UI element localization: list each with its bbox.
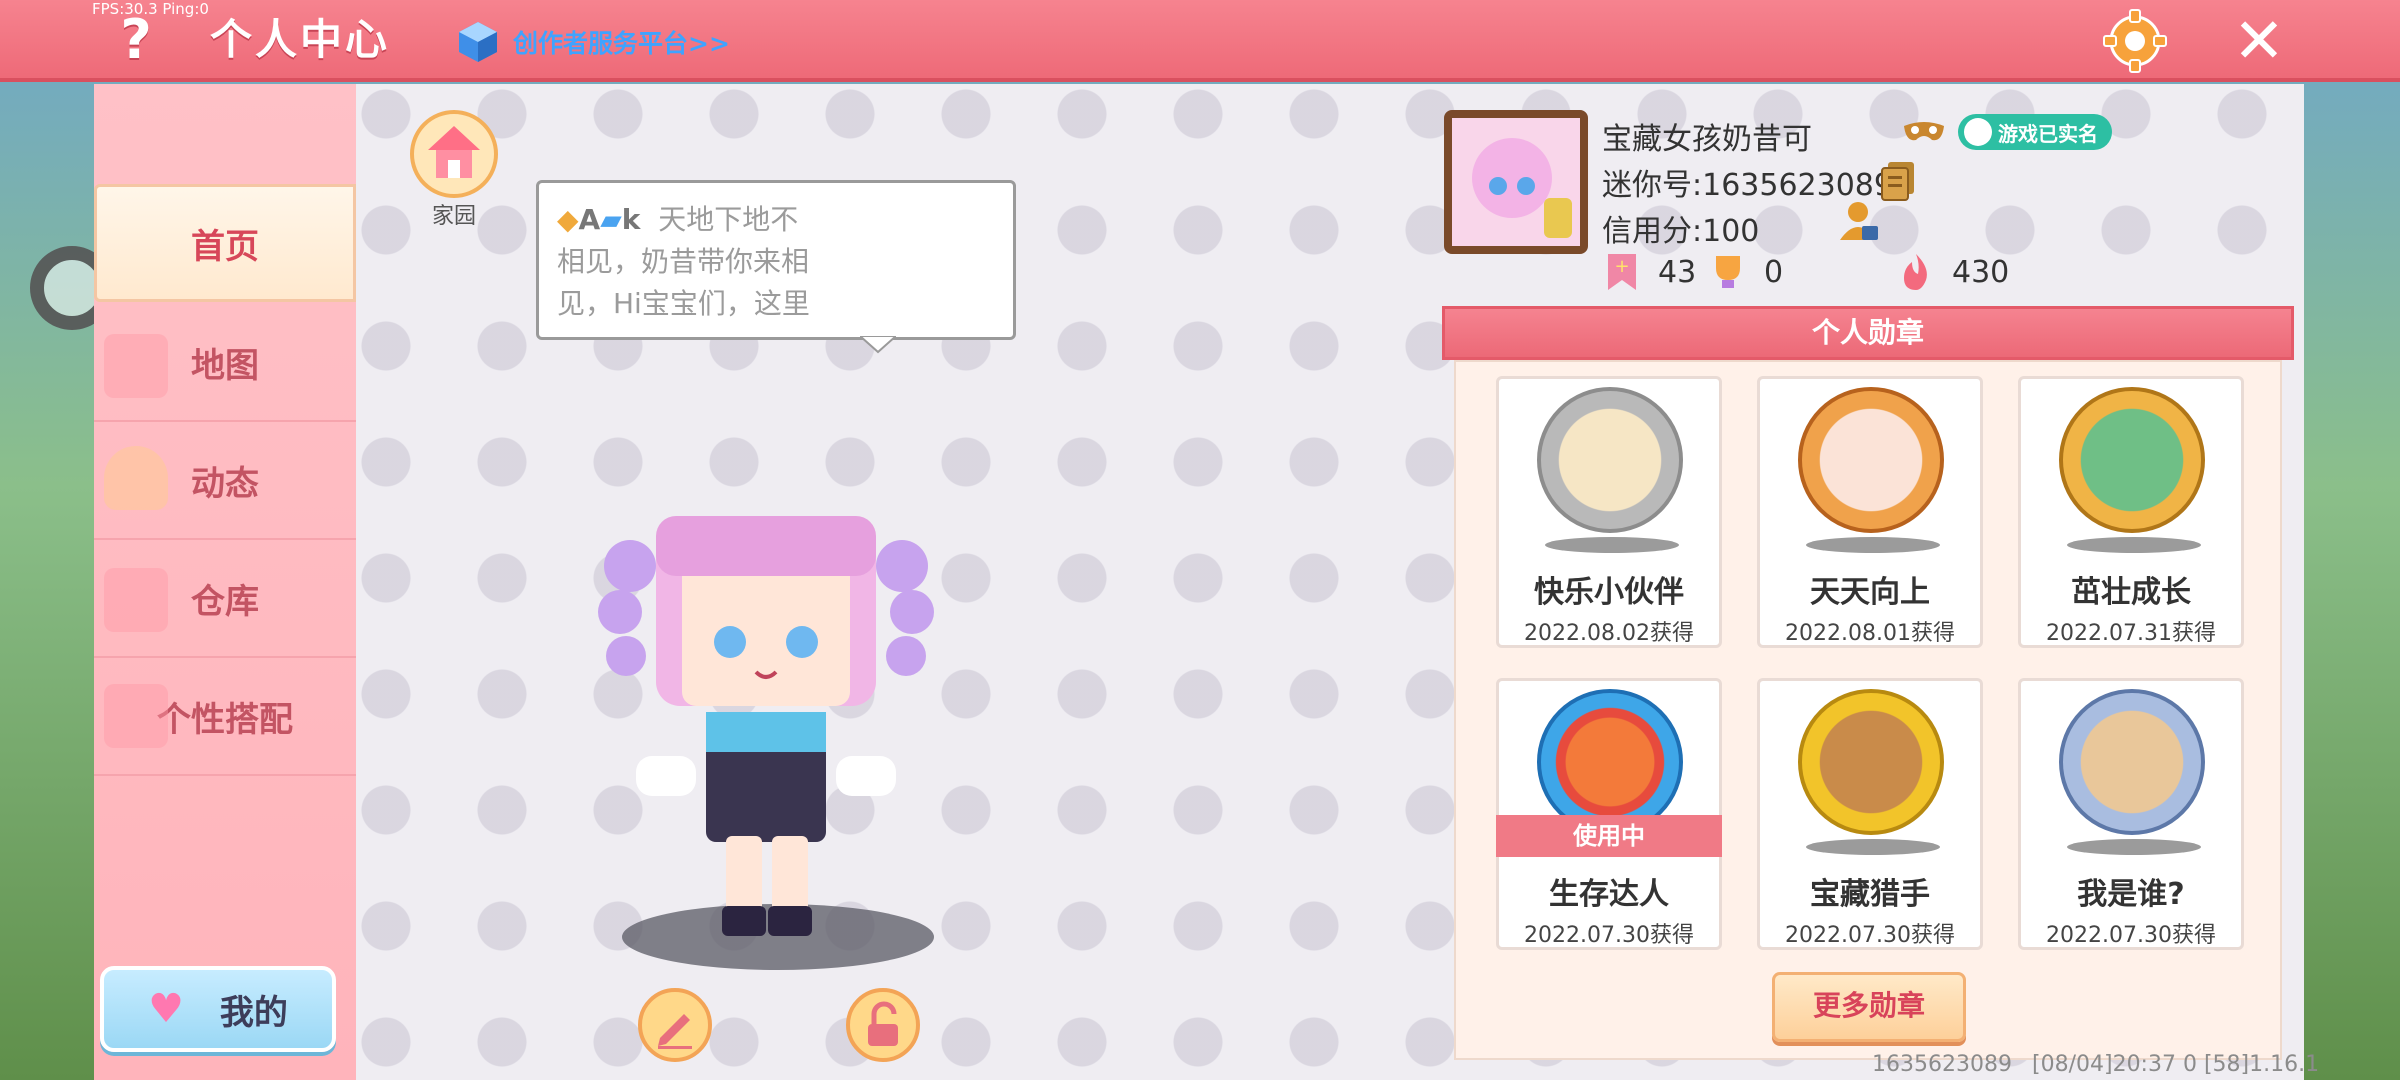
sidebar-item-home[interactable]: 首页 [94, 184, 356, 302]
realname-badge: 游戏已实名 [1958, 114, 2112, 150]
mask-icon[interactable] [1902, 118, 1946, 146]
medal-date: 2022.07.30获得 [1785, 923, 1955, 948]
vip-icon: ◆ [557, 203, 579, 236]
medals-panel-title: 个人勋章 [1442, 306, 2294, 360]
sidebar-item-map[interactable]: 地图 [94, 304, 356, 422]
close-button[interactable]: ✕ [2228, 10, 2290, 72]
medal-date: 2022.07.31获得 [2046, 621, 2216, 646]
nickname: 宝藏女孩奶昔可 [1602, 122, 1812, 157]
edit-icon[interactable] [636, 986, 714, 1064]
add-friend-icon[interactable] [1836, 200, 1880, 242]
medal-date: 2022.07.30获得 [2046, 923, 2216, 948]
trophy-icon [1716, 256, 1740, 288]
medal-card[interactable]: 使用中 生存达人 2022.07.30获得 [1496, 678, 1722, 950]
stat-value: 43 [1658, 254, 1697, 290]
stat-trophies: 0 [1708, 250, 1783, 294]
medal-who-am-i-icon [2059, 689, 2205, 835]
close-icon: ✕ [2233, 4, 2285, 77]
sidebar-item-label: 仓库 [191, 581, 259, 622]
medal-name: 茁壮成长 [2071, 575, 2191, 610]
bubble-text: 天地下地不 [658, 203, 799, 236]
stat-popularity: 430 [1896, 250, 2009, 294]
medal-daily-progress-icon [1798, 387, 1944, 533]
page-title: 个人中心 [210, 15, 391, 64]
help-button[interactable]: ? [108, 12, 164, 68]
medal-name: 快乐小伙伴 [1534, 575, 1684, 610]
medal-treasure-hunter-icon [1798, 689, 1944, 835]
medal-date: 2022.08.01获得 [1785, 621, 1955, 646]
medals-panel: 快乐小伙伴 2022.08.02获得 天天向上 2022.08.01获得 茁壮成… [1454, 360, 2282, 1060]
avatar[interactable] [1444, 110, 1588, 254]
gear-icon[interactable] [2102, 8, 2168, 74]
medal-name: 我是谁? [2077, 877, 2185, 912]
medal-stand [1545, 537, 1679, 553]
bubble-text: 见，Hi宝宝们，这里 [557, 287, 810, 320]
sidebar-item-label: 地图 [191, 345, 259, 386]
medal-date: 2022.07.30获得 [1524, 923, 1694, 948]
medal-stand [1806, 537, 1940, 553]
my-button-label: 我的 [219, 992, 288, 1033]
svg-text:+: + [1614, 256, 1629, 277]
unlock-icon[interactable] [844, 986, 922, 1064]
sidebar-item-storage[interactable]: 仓库 [94, 540, 356, 658]
medal-stand [1806, 839, 1940, 855]
outfit-icon [104, 684, 168, 748]
medal-name: 天天向上 [1810, 575, 1930, 610]
bubble-tail [860, 336, 896, 354]
in-use-badge: 使用中 [1496, 815, 1722, 857]
medal-happy-buddy-icon [1537, 387, 1683, 533]
house-icon [104, 568, 168, 632]
flame-icon [1904, 254, 1927, 290]
medal-card[interactable]: 我是谁? 2022.07.30获得 [2018, 678, 2244, 950]
question-icon: ? [120, 8, 152, 71]
medal-card[interactable]: 天天向上 2022.08.01获得 [1757, 376, 1983, 648]
creator-platform-link[interactable]: 创作者服务平台>> [455, 18, 730, 66]
medal-stand [2067, 537, 2201, 553]
top-bar: FPS:30.3 Ping:0 ? 个人中心 创作者服务平台>> ✕ [0, 0, 2400, 82]
heart-icon: ♥ [148, 986, 184, 1032]
stat-bookmarks: + 43 [1602, 250, 1696, 294]
character-avatar[interactable] [596, 516, 936, 946]
bookmark-icon: + [1608, 254, 1636, 290]
home-icon[interactable] [408, 108, 500, 200]
medal-survival-expert-icon [1537, 689, 1683, 835]
speech-bubble: ◆A▰k 天地下地不 相见，奶昔带你来相 见，Hi宝宝们，这里 [536, 180, 1016, 340]
home-label: 家园 [431, 204, 476, 229]
credit-score: 信用分:100 [1602, 214, 1760, 249]
medal-card[interactable]: 快乐小伙伴 2022.08.02获得 [1496, 376, 1722, 648]
creator-link-label: 创作者服务平台>> [513, 29, 730, 58]
chat-icon: ▰ [600, 203, 622, 236]
sidebar-item-label: 动态 [191, 463, 259, 504]
medal-grow-strong-icon [2059, 387, 2205, 533]
bubble-badge: A [578, 203, 601, 236]
sidebar-item-feed[interactable]: 动态 [94, 422, 356, 540]
medal-name: 宝藏猎手 [1810, 877, 1930, 912]
footer-user-id: 1635623089 [1872, 1052, 2012, 1077]
bubble-badge-tail: k [621, 203, 641, 236]
cube-icon [459, 22, 497, 62]
medal-name: 生存达人 [1549, 877, 1669, 912]
bubble-text: 相见，奶昔带你来相 [557, 245, 810, 278]
stat-value: 430 [1952, 254, 2010, 290]
medal-card[interactable]: 茁壮成长 2022.07.31获得 [2018, 376, 2244, 648]
stat-value: 0 [1764, 254, 1784, 290]
bubble-line: ◆A▰k 天地下地不 [557, 199, 995, 241]
medal-date: 2022.08.02获得 [1524, 621, 1694, 646]
realname-label: 游戏已实名 [1998, 121, 2098, 146]
mini-id: 迷你号:1635623089 [1602, 168, 1893, 203]
sidebar-item-label: 个性搭配 [157, 699, 293, 740]
avatar-image [1452, 118, 1580, 246]
more-medals-button[interactable]: 更多勋章 [1772, 972, 1966, 1042]
bell-icon [104, 446, 168, 510]
medal-card[interactable]: 宝藏猎手 2022.07.30获得 [1757, 678, 1983, 950]
copy-icon[interactable] [1880, 162, 1916, 202]
user-verified-icon [1964, 118, 1992, 146]
footer-version: [08/04]20:37 0 [58]1.16.1 [2032, 1052, 2320, 1077]
map-icon [104, 334, 168, 398]
sidebar-item-label: 首页 [191, 226, 259, 267]
medal-stand [2067, 839, 2201, 855]
my-button[interactable]: ♥ 我的 [100, 966, 336, 1052]
sidebar-item-outfit[interactable]: 个性搭配 [94, 658, 356, 776]
sidebar-nav: 首页 地图 动态 仓库 个性搭配 [94, 84, 356, 1080]
